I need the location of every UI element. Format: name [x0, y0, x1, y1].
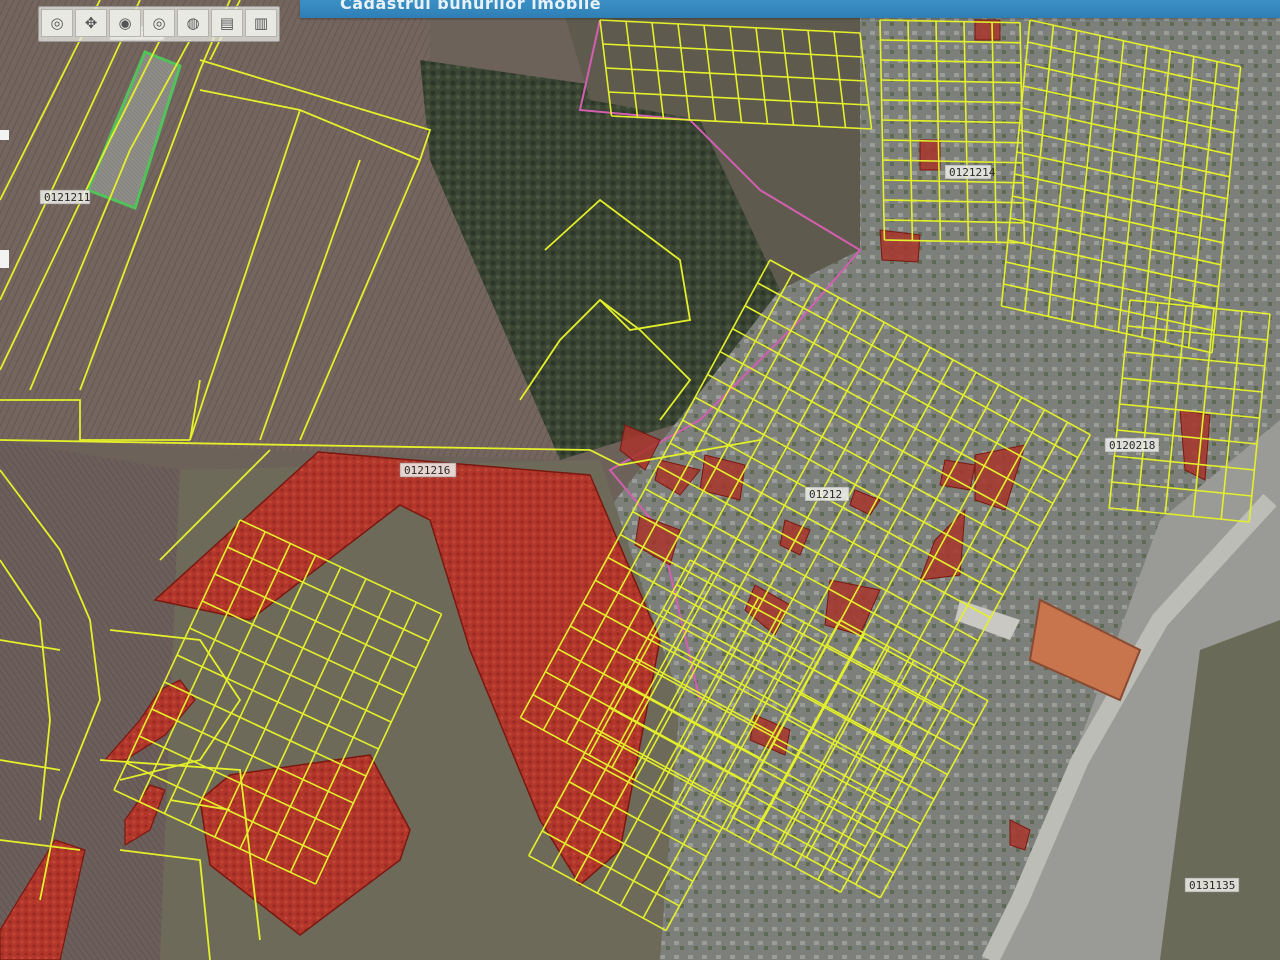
- parcel-label-southeast: 0131135: [1184, 877, 1240, 893]
- zoom-in-icon[interactable]: ◎: [143, 9, 175, 37]
- zoom-out-icon[interactable]: ◎: [41, 9, 73, 37]
- svg-text:0131135: 0131135: [1189, 879, 1235, 892]
- svg-text:0121214: 0121214: [949, 166, 996, 179]
- parcel-label-west: 0121211: [39, 189, 90, 205]
- app-title: Cadastrul bunurilor imobile: [340, 0, 602, 13]
- svg-text:0121211: 0121211: [44, 191, 90, 204]
- svg-text:0121216: 0121216: [404, 464, 450, 477]
- svg-text:0120218: 0120218: [1109, 439, 1155, 452]
- parcel-label-east: 0120218: [1104, 437, 1160, 453]
- side-panel-handle-bottom[interactable]: [0, 250, 9, 268]
- zoom-box-icon[interactable]: ◉: [109, 9, 141, 37]
- identify-icon[interactable]: ◍: [177, 9, 209, 37]
- cadastral-map[interactable]: 0121203 0121211 0121216 0121214 01212 01…: [0, 0, 1280, 960]
- parcel-label-east-mid: 01212: [804, 486, 850, 502]
- map-viewport[interactable]: 0121203 0121211 0121216 0121214 01212 01…: [0, 0, 1280, 960]
- parcel-label-central: 0121216: [399, 462, 457, 478]
- map-toolbar: ◎ ✥ ◉ ◎ ◍ ▤ ▥: [38, 6, 280, 42]
- svg-text:01212: 01212: [809, 488, 842, 501]
- layers-icon[interactable]: ▥: [245, 9, 277, 37]
- parcel-label-northeast: 0121214: [944, 164, 996, 180]
- pan-icon[interactable]: ✥: [75, 9, 107, 37]
- app-header-bar: Cadastrul bunurilor imobile: [300, 0, 1280, 18]
- print-icon[interactable]: ▤: [211, 9, 243, 37]
- side-panel-handle-top[interactable]: [0, 130, 9, 140]
